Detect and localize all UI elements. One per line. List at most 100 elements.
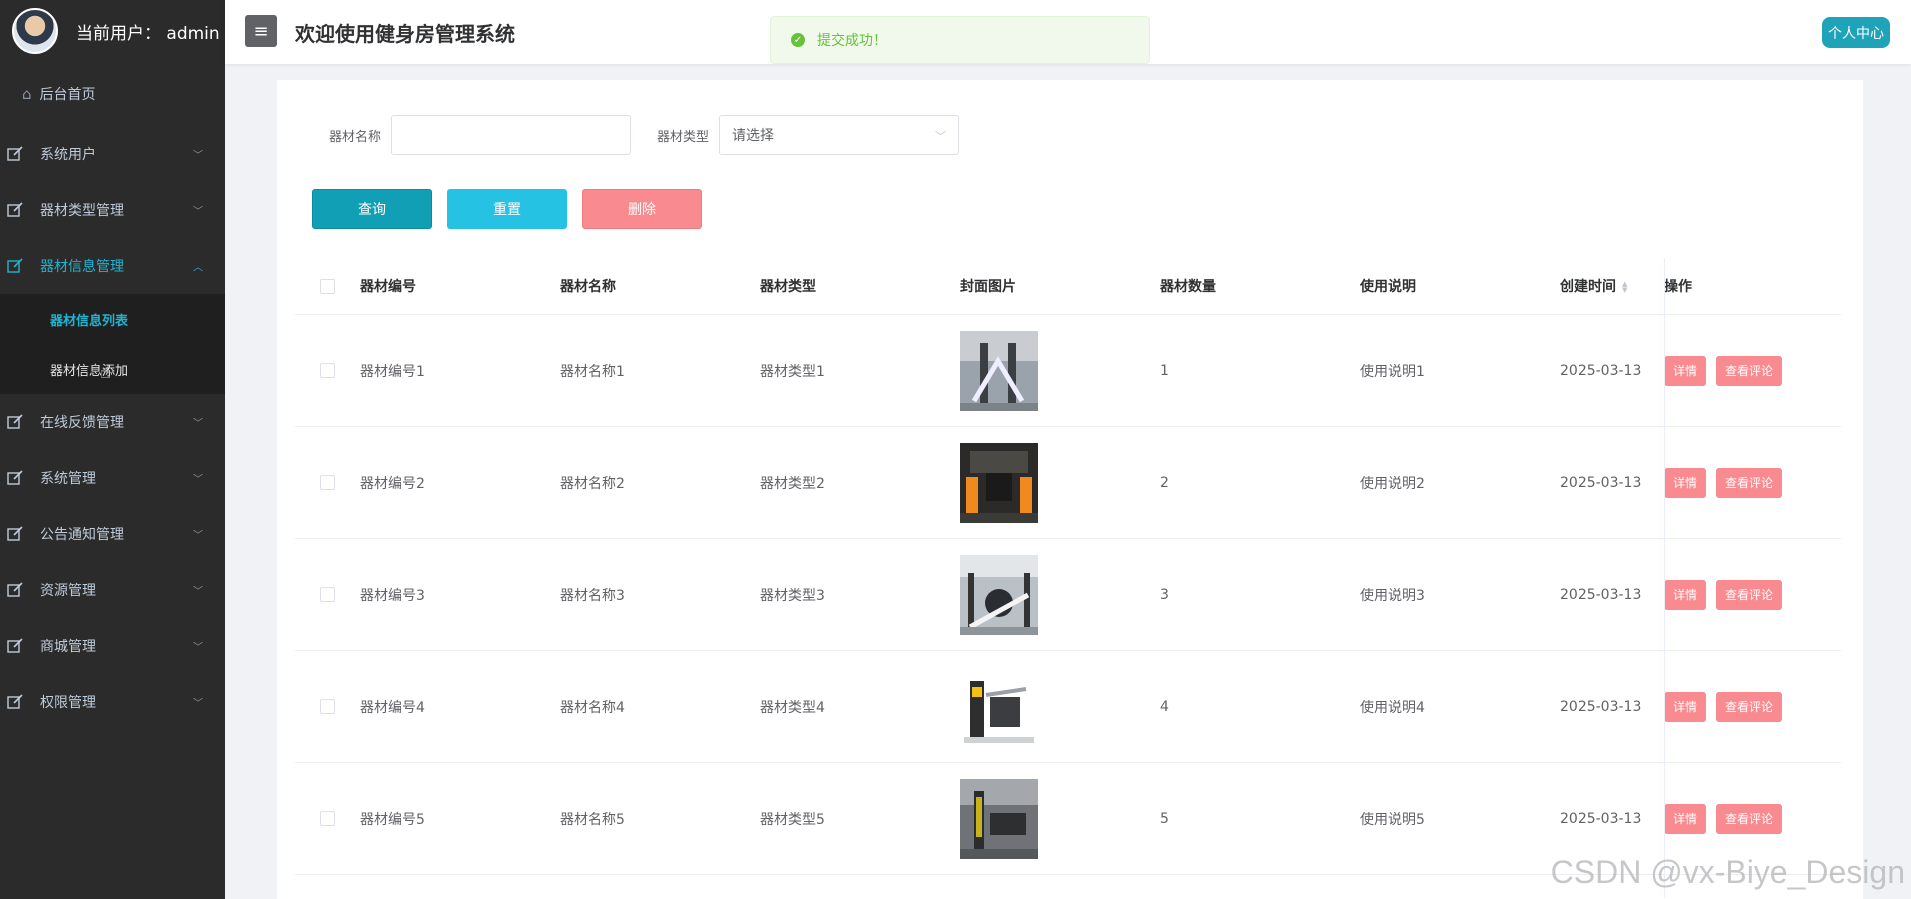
cell-actions: 详情 查看评论 — [1650, 467, 1841, 498]
cell-created-time: 2025-03-13 — [1560, 810, 1642, 827]
sidebar-item-label: 后台首页 — [39, 87, 96, 103]
row-checkbox[interactable] — [320, 475, 335, 490]
cell-name: 器材名称5 — [560, 811, 625, 828]
cell-name: 器材名称3 — [560, 587, 625, 604]
detail-button[interactable]: 详情 — [1664, 803, 1707, 834]
table-row: 器材编号2 器材名称2 器材类型2 2 使用说明2 2025-03-13 详情 … — [295, 427, 1841, 539]
view-comments-button[interactable]: 查看评论 — [1716, 467, 1783, 498]
sidebar-item-notices[interactable]: 公告通知管理 ﹀ — [0, 506, 225, 562]
cell-name: 器材名称4 — [560, 699, 625, 716]
chevron-down-icon: ﹀ — [193, 586, 203, 598]
detail-button[interactable]: 详情 — [1664, 691, 1707, 722]
detail-button[interactable]: 详情 — [1664, 579, 1707, 610]
query-button[interactable]: 查询 — [312, 189, 432, 229]
cell-desc: 使用说明3 — [1360, 587, 1425, 604]
edit-icon — [6, 638, 24, 654]
cell-desc: 使用说明1 — [1360, 363, 1425, 380]
sidebar-item-equipment-type[interactable]: 器材类型管理 ﹀ — [0, 182, 225, 238]
check-circle-icon: ✓ — [791, 33, 805, 47]
select-all-checkbox[interactable] — [320, 278, 335, 294]
fixed-column-divider — [1664, 258, 1665, 898]
cell-type: 器材类型3 — [760, 587, 825, 604]
row-checkbox[interactable] — [320, 811, 335, 826]
table-header: 器材编号 器材名称 器材类型 封面图片 器材数量 使用说明 创建时间 ▲ ▼ 操作 — [295, 258, 1841, 315]
edit-icon — [6, 694, 24, 710]
cell-desc: 使用说明4 — [1360, 699, 1425, 716]
cell-actions: 详情 查看评论 — [1650, 691, 1841, 722]
avatar[interactable] — [12, 8, 58, 54]
view-comments-button[interactable]: 查看评论 — [1716, 691, 1783, 722]
cell-actions: 详情 查看评论 — [1650, 579, 1841, 610]
chevron-down-icon: ﹀ — [193, 474, 203, 486]
sidebar-item-shop[interactable]: 商城管理 ﹀ — [0, 618, 225, 674]
chevron-down-icon: ﹀ — [193, 418, 203, 430]
cover-image[interactable] — [960, 442, 1038, 523]
sidebar-item-system-users[interactable]: 系统用户 ﹀ — [0, 126, 225, 182]
column-header-label: 创建时间 — [1560, 279, 1616, 295]
sidebar-item-permissions[interactable]: 权限管理 ﹀ — [0, 674, 225, 730]
row-checkbox[interactable] — [320, 699, 335, 714]
cell-cover — [960, 442, 1160, 523]
hamburger-menu-icon[interactable]: ≡ — [245, 15, 277, 47]
cell-name: 器材名称2 — [560, 475, 625, 492]
column-header: 使用说明 — [1360, 279, 1416, 295]
column-header: 器材名称 — [560, 279, 616, 295]
equipment-name-label: 器材名称 — [329, 129, 382, 145]
cell-type: 器材类型5 — [760, 811, 825, 828]
row-checkbox[interactable] — [320, 587, 335, 602]
submenu: 器材信息列表 器材信息添加 — [0, 294, 225, 394]
edit-icon — [6, 526, 24, 542]
column-header-sortable[interactable]: 创建时间 ▲ ▼ — [1560, 276, 1650, 296]
cell-qty: 3 — [1160, 586, 1169, 603]
view-comments-button[interactable]: 查看评论 — [1716, 579, 1783, 610]
delete-button[interactable]: 删除 — [582, 189, 702, 229]
cell-name: 器材名称1 — [560, 363, 625, 380]
cell-created-time: 2025-03-13 — [1560, 586, 1642, 603]
cover-image[interactable] — [960, 330, 1038, 411]
cell-created-time: 2025-03-13 — [1560, 362, 1642, 379]
sidebar-item-feedback[interactable]: 在线反馈管理 ﹀ — [0, 394, 225, 450]
sidebar-item-label: 资源管理 — [40, 583, 96, 599]
detail-button[interactable]: 详情 — [1664, 355, 1707, 386]
row-checkbox[interactable] — [320, 363, 335, 378]
sidebar-item-label: 在线反馈管理 — [40, 415, 124, 431]
sidebar-item-home[interactable]: ⌂ 后台首页 — [0, 62, 225, 126]
view-comments-button[interactable]: 查看评论 — [1716, 803, 1783, 834]
cell-desc: 使用说明5 — [1360, 811, 1425, 828]
watermark: CSDN @vx-Biye_Design — [1550, 854, 1905, 890]
cell-qty: 2 — [1160, 474, 1169, 491]
equipment-type-label: 器材类型 — [657, 129, 710, 145]
sidebar-item-system-admin[interactable]: 系统管理 ﹀ — [0, 450, 225, 506]
cell-created-time: 2025-03-13 — [1560, 474, 1642, 491]
submenu-item-equipment-add[interactable]: 器材信息添加 — [0, 344, 225, 394]
edit-icon — [6, 146, 24, 162]
detail-button[interactable]: 详情 — [1664, 467, 1707, 498]
view-comments-button[interactable]: 查看评论 — [1716, 355, 1783, 386]
current-user-label: 当前用户： admin — [76, 23, 220, 44]
sidebar: 当前用户： admin ⌂ 后台首页 系统用户 ﹀ 器材类型管理 ﹀ 器材信息管… — [0, 0, 225, 899]
sidebar-item-equipment-info[interactable]: 器材信息管理 ︿ — [0, 238, 225, 294]
cell-code: 器材编号1 — [360, 363, 425, 380]
equipment-type-select[interactable]: 请选择 ﹀ — [719, 115, 960, 155]
sort-icon[interactable]: ▲ ▼ — [1622, 281, 1627, 294]
reset-button[interactable]: 重置 — [447, 189, 567, 229]
submenu-item-equipment-list[interactable]: 器材信息列表 — [0, 294, 225, 344]
equipment-name-input[interactable] — [391, 115, 632, 155]
cell-desc: 使用说明2 — [1360, 475, 1425, 492]
cover-image[interactable] — [960, 554, 1038, 635]
cell-qty: 4 — [1160, 698, 1169, 715]
sidebar-item-resources[interactable]: 资源管理 ﹀ — [0, 562, 225, 618]
cell-cover — [960, 778, 1160, 859]
column-header: 封面图片 — [960, 279, 1016, 295]
cell-type: 器材类型1 — [760, 363, 825, 380]
cell-type: 器材类型2 — [760, 475, 825, 492]
cell-cover — [960, 554, 1160, 635]
select-placeholder: 请选择 — [732, 128, 775, 144]
cell-actions: 详情 查看评论 — [1650, 355, 1841, 386]
personal-center-button[interactable]: 个人中心 — [1822, 17, 1890, 48]
edit-icon — [6, 414, 24, 430]
cover-image[interactable] — [960, 666, 1038, 747]
main-card: 器材名称 器材类型 请选择 ﹀ 查询 重置 删除 器材编号 器材名称 器材类型 … — [277, 80, 1863, 899]
cover-image[interactable] — [960, 778, 1038, 859]
table-row: 器材编号4 器材名称4 器材类型4 4 使用说明4 2025-03-13 详情 … — [295, 651, 1841, 763]
